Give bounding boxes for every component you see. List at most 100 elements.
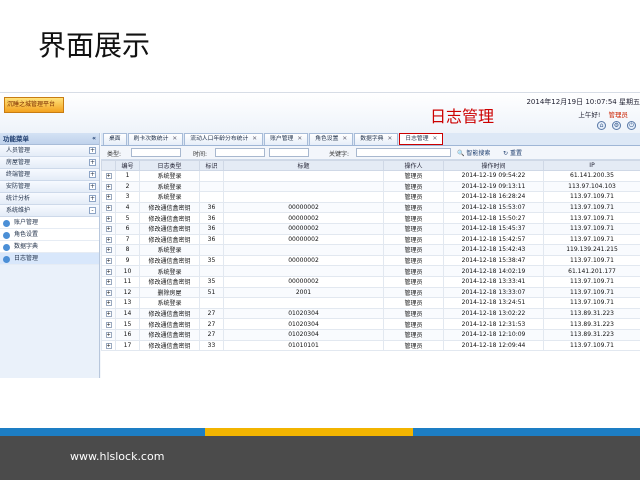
expand-icon[interactable]: +	[105, 183, 112, 190]
table-cell: 113.89.31.223	[543, 318, 640, 330]
table-row[interactable]: +3 系统登录 管理员 2014-12-18 16:28:24 113.97.109.7…	[101, 191, 640, 203]
tab[interactable]: 流动人口年龄分布统计 ✕	[184, 133, 264, 145]
table-cell: 35	[199, 254, 224, 267]
column-header[interactable]: 标题	[223, 160, 384, 171]
table-row[interactable]: +17 修改通信盒密钥 33 01010101 管理员 2014-12-18 12:09:…	[101, 339, 640, 352]
close-icon[interactable]: ✕	[433, 136, 438, 142]
strip-yellow	[205, 428, 413, 436]
expand-icon[interactable]: +	[89, 147, 96, 154]
type-select[interactable]	[131, 148, 181, 157]
table-row[interactable]: +1 系统登录 管理员 2014-12-19 09:54:22 61.141.200.3…	[101, 170, 640, 182]
table-cell: 01020304	[223, 318, 384, 330]
table-row[interactable]: +5 修改通信盒密钥 36 00000002 管理员 2014-12-18 15:50:2…	[101, 212, 640, 224]
table-cell: 2014-12-18 14:02:19	[443, 265, 544, 277]
table-cell: 2	[115, 180, 140, 193]
expand-icon[interactable]: +	[89, 195, 96, 202]
expand-icon[interactable]: +	[105, 300, 112, 307]
expand-icon[interactable]: -	[89, 207, 96, 214]
expand-icon[interactable]: +	[105, 173, 112, 180]
settings-icon[interactable]: ⚙	[612, 121, 621, 130]
expand-icon[interactable]: +	[105, 258, 112, 265]
table-row[interactable]: +6 修改通信盒密钥 36 00000002 管理员 2014-12-18 15:45:3…	[101, 222, 640, 235]
table-row[interactable]: +13 系统登录 管理员 2014-12-18 13:24:51 113.97.109.…	[101, 297, 640, 309]
expand-icon[interactable]: +	[105, 268, 112, 275]
column-header[interactable]: 操作时间	[443, 160, 544, 171]
expand-icon[interactable]: +	[89, 159, 96, 166]
sidebar-sub-item[interactable]: 账户管理	[0, 217, 99, 229]
table-cell: 113.97.109.71	[543, 201, 640, 214]
reset-button[interactable]: ↻ 重置	[503, 148, 522, 157]
collapse-icon[interactable]: «	[92, 133, 96, 145]
expand-icon[interactable]: +	[105, 289, 112, 296]
tab-label: 桌面	[109, 136, 121, 142]
close-icon[interactable]: ✕	[252, 136, 257, 142]
footer-url: www.hlslock.com	[70, 450, 165, 463]
table-cell: 16	[115, 328, 140, 341]
column-header[interactable]: 日志类型	[139, 160, 200, 171]
table-row[interactable]: +12 删除房屋 51 2001 管理员 2014-12-18 13:33:07 113.9…	[101, 286, 640, 299]
expand-icon[interactable]: +	[105, 247, 112, 254]
expand-icon[interactable]: +	[105, 226, 112, 233]
tab[interactable]: 数据字典 ✕	[354, 133, 399, 145]
sidebar-sub-item[interactable]: 角色设置	[0, 229, 99, 241]
expand-icon[interactable]: +	[105, 321, 112, 328]
sidebar-menu-item[interactable]: 安防管理 +	[0, 181, 99, 193]
expand-icon[interactable]: +	[105, 194, 112, 201]
table-row[interactable]: +11 修改通信盒密钥 35 00000002 管理员 2014-12-18 13:33:…	[101, 275, 640, 288]
table-cell: 01010101	[223, 339, 384, 352]
tab[interactable]: 桌面	[103, 133, 127, 145]
table-row[interactable]: +15 修改通信盒密钥 27 01020304 管理员 2014-12-18 12:31:…	[101, 318, 640, 330]
table-row[interactable]: +4 修改通信盒密钥 36 00000002 管理员 2014-12-18 15:53:0…	[101, 201, 640, 214]
table-row[interactable]: +10 系统登录 管理员 2014-12-18 14:02:19 61.141.201.…	[101, 265, 640, 277]
table-cell: 管理员	[383, 265, 444, 277]
end-time-field[interactable]	[269, 148, 309, 157]
table-cell: 3	[115, 191, 140, 203]
tab[interactable]: 日志管理 ✕	[399, 133, 444, 145]
table-row[interactable]: +8 系统登录 管理员 2014-12-18 15:42:43 119.139.241.…	[101, 244, 640, 256]
greeting: 上午好! 管理员	[578, 109, 628, 119]
expand-icon[interactable]: +	[89, 183, 96, 190]
sidebar-menu-item[interactable]: 系统维护 -	[0, 205, 99, 217]
expand-icon[interactable]: +	[105, 279, 112, 286]
start-time-field[interactable]	[215, 148, 265, 157]
table-row[interactable]: +7 修改通信盒密钥 36 00000002 管理员 2014-12-18 15:42:5…	[101, 233, 640, 246]
expand-icon[interactable]: +	[105, 215, 112, 222]
table-cell: 管理员	[383, 286, 444, 299]
table-row[interactable]: +2 系统登录 管理员 2014-12-19 09:13:11 113.97.104.1…	[101, 180, 640, 193]
keyword-input[interactable]	[356, 148, 451, 157]
sidebar-menu-item[interactable]: 统计分析 +	[0, 193, 99, 205]
expand-icon[interactable]: +	[105, 205, 112, 212]
sidebar-sub-item[interactable]: 数据字典	[0, 241, 99, 253]
table-row[interactable]: +14 修改通信盒密钥 27 01020304 管理员 2014-12-18 13:02:…	[101, 307, 640, 320]
sidebar-menu-item[interactable]: 房屋管理 +	[0, 157, 99, 169]
expand-icon[interactable]: +	[105, 311, 112, 318]
logout-icon[interactable]: ⏻	[627, 121, 636, 130]
expand-icon[interactable]: +	[105, 342, 112, 349]
user-link[interactable]: 管理员	[609, 111, 629, 119]
sidebar-sub-item[interactable]: 日志管理	[0, 253, 99, 265]
sidebar-menu-item[interactable]: 终端管理 +	[0, 169, 99, 181]
expand-icon[interactable]: +	[105, 332, 112, 339]
table-row[interactable]: +9 修改通信盒密钥 35 00000002 管理员 2014-12-18 15:38:4…	[101, 254, 640, 267]
close-icon[interactable]: ✕	[342, 136, 347, 142]
home-icon[interactable]: ⌂	[597, 121, 606, 130]
column-header[interactable]: 操作人	[383, 160, 444, 171]
close-icon[interactable]: ✕	[172, 136, 177, 142]
tab[interactable]: 角色设置 ✕	[309, 133, 354, 145]
table-cell: 7	[115, 233, 140, 246]
close-icon[interactable]: ✕	[387, 136, 392, 142]
expand-icon[interactable]: +	[105, 236, 112, 243]
table-row[interactable]: +16 修改通信盒密钥 27 01020304 管理员 2014-12-18 12:10:…	[101, 328, 640, 341]
column-header[interactable]: 标识	[199, 160, 224, 171]
tab[interactable]: 账户管理 ✕	[264, 133, 309, 145]
column-header[interactable]	[101, 160, 116, 171]
expand-icon[interactable]: +	[89, 171, 96, 178]
column-header[interactable]: 编号	[115, 160, 140, 171]
search-button[interactable]: 🔍 智能搜索	[457, 148, 490, 157]
tab[interactable]: 刷卡次数统计 ✕	[127, 133, 184, 145]
column-header[interactable]: IP	[543, 160, 640, 171]
sidebar-menu-label: 安防管理	[6, 183, 31, 190]
close-icon[interactable]: ✕	[297, 136, 302, 142]
sidebar-menu-item[interactable]: 人员管理 +	[0, 145, 99, 157]
table-cell: 2014-12-18 15:42:57	[443, 233, 544, 246]
